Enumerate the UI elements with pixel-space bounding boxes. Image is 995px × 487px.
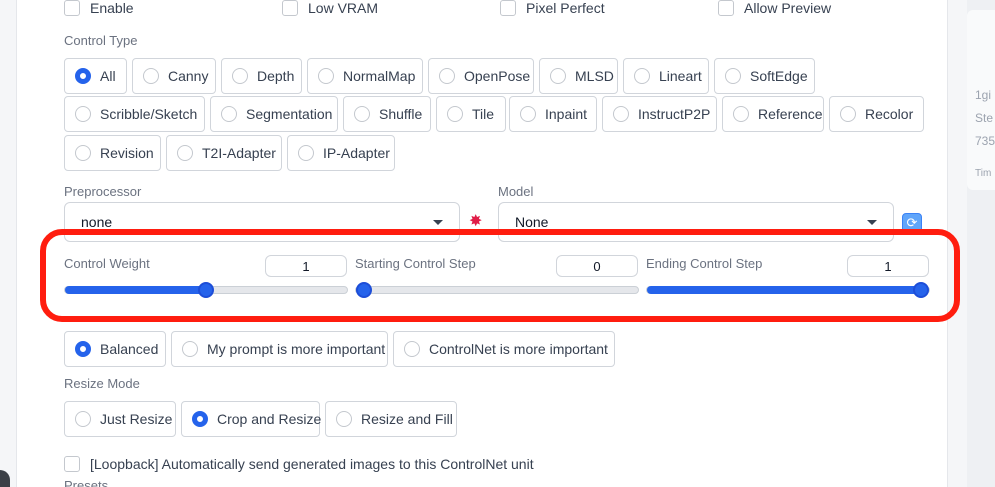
radio-icon: [192, 411, 208, 427]
radio-icon: [75, 341, 91, 357]
control-type-ip-adapter[interactable]: IP-Adapter: [287, 135, 395, 171]
control-mode-controlnet[interactable]: ControlNet is more important: [393, 331, 615, 367]
model-label: Model: [498, 184, 534, 199]
resize-mode-just-resize[interactable]: Just Resize: [64, 401, 176, 437]
radio-icon: [336, 411, 352, 427]
control-type-t2i-adapter[interactable]: T2I-Adapter: [166, 135, 282, 171]
radio-icon: [221, 106, 237, 122]
radio-icon: [177, 145, 193, 161]
right-text-2: Ste: [975, 111, 994, 125]
radio-icon: [733, 106, 749, 122]
pixel-perfect-checkbox-box[interactable]: [500, 0, 516, 16]
control-type-recolor[interactable]: Recolor: [829, 96, 924, 132]
control-type-scribble[interactable]: Scribble/Sketch: [64, 96, 205, 132]
allow-preview-label: Allow Preview: [744, 0, 832, 16]
control-type-reference[interactable]: Reference: [722, 96, 824, 132]
control-type-lineart[interactable]: Lineart: [623, 58, 709, 94]
control-mode-prompt[interactable]: My prompt is more important: [171, 331, 388, 367]
chevron-down-icon: [433, 219, 443, 225]
control-type-segmentation[interactable]: Segmentation: [210, 96, 338, 132]
model-value: None: [515, 214, 549, 230]
presets-label: Presets: [64, 478, 109, 487]
window-corner: [0, 470, 10, 487]
radio-icon: [143, 68, 159, 84]
radio-icon: [840, 106, 856, 122]
radio-icon: [447, 106, 463, 122]
explosion-icon[interactable]: ✸: [469, 211, 482, 231]
low-vram-label: Low VRAM: [308, 0, 379, 16]
control-type-shuffle[interactable]: Shuffle: [343, 96, 431, 132]
pixel-perfect-label: Pixel Perfect: [526, 0, 605, 16]
control-type-all[interactable]: All: [64, 58, 127, 94]
highlight-annotation: [40, 229, 960, 322]
preprocessor-value: none: [81, 214, 113, 230]
resize-mode-crop-and-resize[interactable]: Crop and Resize: [181, 401, 321, 437]
enable-label: Enable: [90, 0, 134, 16]
radio-icon: [75, 68, 91, 84]
chevron-down-icon: [867, 219, 877, 225]
radio-icon: [613, 106, 629, 122]
radio-icon: [439, 68, 455, 84]
radio-icon: [75, 145, 91, 161]
control-type-instructp2p[interactable]: InstructP2P: [602, 96, 717, 132]
control-type-depth[interactable]: Depth: [221, 58, 302, 94]
low-vram-checkbox-box[interactable]: [282, 0, 298, 16]
radio-icon: [550, 68, 566, 84]
radio-icon: [75, 106, 91, 122]
allow-preview-checkbox-box[interactable]: [718, 0, 734, 16]
loopback-label: [Loopback] Automatically send generated …: [90, 456, 534, 472]
radio-icon: [404, 341, 420, 357]
control-type-openpose[interactable]: OpenPose: [428, 58, 534, 94]
control-type-canny[interactable]: Canny: [132, 58, 216, 94]
radio-icon: [318, 68, 334, 84]
right-text-3: 735: [975, 134, 995, 148]
control-type-inpaint[interactable]: Inpaint: [509, 96, 597, 132]
control-type-revision[interactable]: Revision: [64, 135, 161, 171]
radio-icon: [354, 106, 370, 122]
loopback-checkbox-box[interactable]: [64, 456, 80, 472]
radio-icon: [520, 106, 536, 122]
control-type-tile[interactable]: Tile: [436, 96, 506, 132]
enable-checkbox[interactable]: Enable: [64, 0, 134, 16]
control-type-softedge[interactable]: SoftEdge: [714, 58, 815, 94]
control-type-label: Control Type: [64, 33, 138, 48]
radio-icon: [634, 68, 650, 84]
preprocessor-label: Preprocessor: [64, 184, 142, 199]
control-mode-balanced[interactable]: Balanced: [64, 331, 166, 367]
resize-mode-label: Resize Mode: [64, 376, 140, 391]
pixel-perfect-checkbox[interactable]: Pixel Perfect: [500, 0, 605, 16]
right-text-4: Tim: [975, 168, 992, 179]
radio-icon: [232, 68, 248, 84]
radio-icon: [75, 411, 91, 427]
control-type-mlsd[interactable]: MLSD: [539, 58, 618, 94]
resize-mode-resize-and-fill[interactable]: Resize and Fill: [325, 401, 457, 437]
low-vram-checkbox[interactable]: Low VRAM: [282, 0, 378, 16]
radio-icon: [298, 145, 314, 161]
loopback-checkbox[interactable]: [Loopback] Automatically send generated …: [64, 456, 534, 472]
radio-icon: [725, 68, 741, 84]
radio-icon: [182, 341, 198, 357]
right-text-1: 1gi: [975, 88, 992, 102]
control-type-normalmap[interactable]: NormalMap: [307, 58, 423, 94]
enable-checkbox-box[interactable]: [64, 0, 80, 16]
allow-preview-checkbox[interactable]: Allow Preview: [718, 0, 831, 16]
